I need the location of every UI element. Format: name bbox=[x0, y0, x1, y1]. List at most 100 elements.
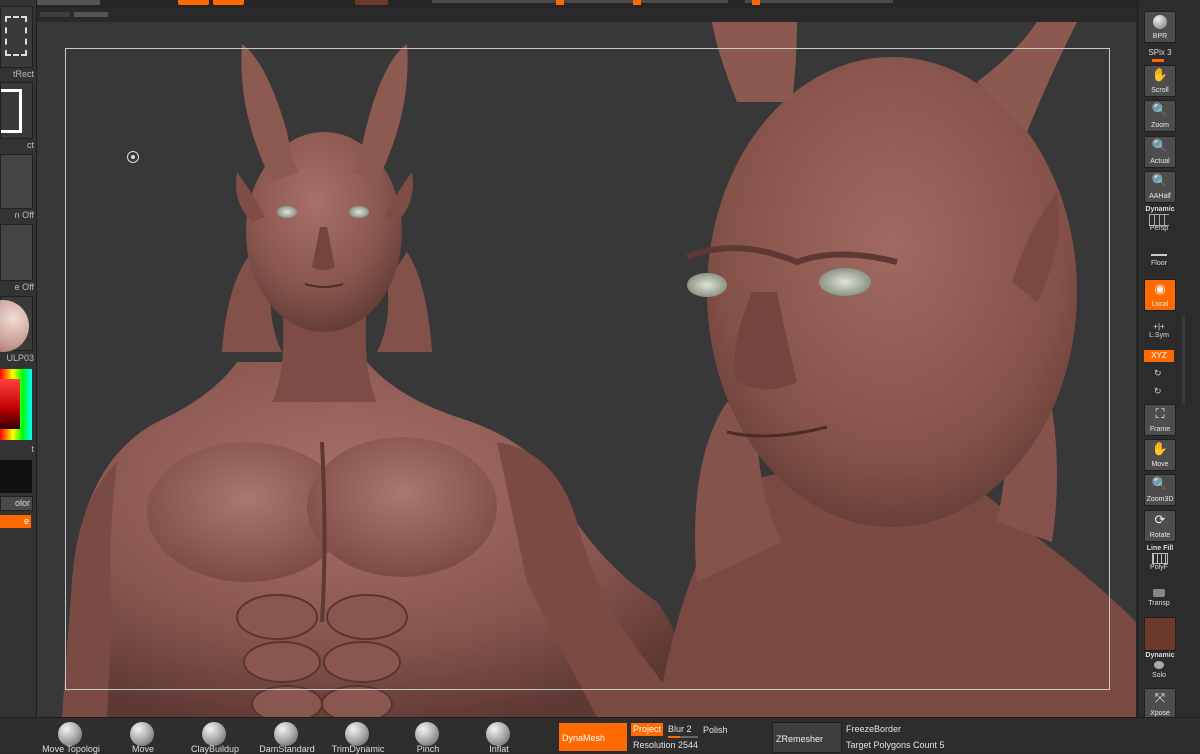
rotate-label: Rotate bbox=[1149, 532, 1171, 539]
local-icon: ◉ bbox=[1154, 281, 1166, 296]
symmetry-icon: +|+ bbox=[1153, 322, 1165, 331]
brush-label: Inflat bbox=[489, 744, 509, 754]
rotate-button[interactable]: ⟳ Rotate bbox=[1144, 510, 1176, 542]
line-fill-label: Line Fill bbox=[1146, 545, 1174, 552]
spix-slider-knob[interactable] bbox=[1152, 59, 1164, 62]
project-label: Project bbox=[633, 724, 662, 734]
bpr-button[interactable]: BPR bbox=[1144, 11, 1176, 43]
left-tool-panel: tRect ct n Off e Off ULP03 t olor e bbox=[0, 0, 37, 750]
top-slider-3-knob[interactable] bbox=[752, 0, 760, 5]
target-polygons-slider[interactable]: Target Polygons Count 5 bbox=[846, 740, 945, 750]
tool-tile-toggle-1[interactable] bbox=[0, 154, 33, 209]
document-frame-border bbox=[65, 48, 1110, 690]
lsym-button[interactable]: +|+ L.Sym bbox=[1144, 322, 1174, 342]
top-tab-orange-2[interactable] bbox=[213, 0, 244, 5]
brush-move-topological[interactable]: Move Topologi bbox=[36, 718, 106, 754]
zremesher-button[interactable]: ZRemesher bbox=[772, 722, 842, 753]
xpose-icon: ⤧ bbox=[1154, 690, 1166, 705]
floor-label: Floor bbox=[1151, 260, 1167, 267]
brush-inflat[interactable]: Inflat bbox=[464, 718, 534, 754]
zremesher-label: ZRemesher bbox=[776, 734, 824, 744]
frame-button[interactable]: ⛶ Frame bbox=[1144, 404, 1176, 436]
frame-label: Frame bbox=[1149, 426, 1171, 433]
rotate-axis-icon[interactable]: ↻ bbox=[1154, 368, 1162, 379]
scroll-button[interactable]: ✋ Scroll bbox=[1144, 65, 1176, 97]
actual-button[interactable]: 🔍 Actual bbox=[1144, 136, 1176, 168]
brush-damstandard[interactable]: DamStandard bbox=[252, 718, 322, 754]
brush-pinch[interactable]: Pinch bbox=[393, 718, 463, 754]
material-tile[interactable] bbox=[0, 296, 33, 352]
xyz-button[interactable]: XYZ bbox=[1144, 350, 1174, 362]
aahalf-button[interactable]: 🔍 AAHalf bbox=[1144, 171, 1176, 203]
top-slider-2-knob[interactable] bbox=[633, 0, 641, 5]
xpose-label: Xpose bbox=[1150, 710, 1170, 717]
brush-label: Pinch bbox=[416, 744, 440, 754]
top-color-swatch[interactable] bbox=[355, 0, 388, 5]
solo-icon bbox=[1154, 661, 1164, 669]
canvas-viewport[interactable] bbox=[37, 22, 1136, 717]
polish-toggle[interactable]: Polish bbox=[703, 725, 728, 735]
secondary-color-swatch[interactable] bbox=[0, 460, 32, 493]
transp-button[interactable]: Transp bbox=[1144, 587, 1174, 609]
brush-label: DamStandard bbox=[259, 744, 315, 754]
persp-button[interactable]: Persp bbox=[1144, 214, 1174, 236]
hand-icon: ✋ bbox=[1151, 441, 1169, 456]
zoom-button[interactable]: 🔍 Zoom bbox=[1144, 100, 1176, 132]
aahalf-label: AAHalf bbox=[1149, 193, 1171, 200]
zoom3d-button[interactable]: 🔍 Zoom3D bbox=[1144, 474, 1176, 506]
blur-slider-knob[interactable] bbox=[668, 736, 698, 738]
move-button[interactable]: ✋ Move bbox=[1144, 439, 1176, 471]
resolution-slider[interactable]: Resolution 2544 bbox=[633, 740, 698, 750]
right-shelf-scrollbar[interactable] bbox=[1182, 315, 1185, 405]
local-label: Local bbox=[1151, 301, 1169, 308]
project-button[interactable]: Project bbox=[631, 723, 663, 736]
blur-slider[interactable]: Blur 2 bbox=[668, 724, 692, 734]
color-picker[interactable] bbox=[0, 369, 32, 440]
floor-icon bbox=[1151, 254, 1167, 256]
brush-sphere-icon bbox=[58, 722, 82, 746]
dynamesh-button[interactable]: DynaMesh bbox=[559, 723, 627, 751]
ghost-button[interactable] bbox=[1144, 617, 1176, 651]
spix-label[interactable]: SPix 3 bbox=[1138, 48, 1182, 57]
brush-cursor-icon bbox=[127, 151, 139, 163]
tool-tile-label: tRect bbox=[12, 69, 34, 79]
solo-button[interactable]: Solo bbox=[1144, 660, 1174, 682]
grid-icon bbox=[1152, 553, 1168, 564]
floor-button[interactable]: Floor bbox=[1144, 247, 1174, 269]
document-bar-segment[interactable] bbox=[40, 12, 70, 17]
brush-sphere-icon bbox=[274, 722, 298, 746]
color-label: t bbox=[31, 444, 34, 454]
fill-object-button[interactable]: e bbox=[0, 515, 31, 528]
brush-sphere-icon bbox=[202, 722, 226, 746]
local-button[interactable]: ◉ Local bbox=[1144, 279, 1176, 311]
magnifier-icon: 🔍 bbox=[1151, 476, 1169, 491]
tool-tile-selectrect[interactable] bbox=[0, 6, 33, 68]
bpr-label: BPR bbox=[1152, 33, 1168, 40]
switch-color-button[interactable]: olor bbox=[0, 496, 33, 511]
brush-sphere-icon bbox=[486, 722, 510, 746]
selectrect-icon bbox=[5, 16, 27, 56]
tool-tile-toggle-2[interactable] bbox=[0, 224, 33, 281]
brush-claybuildup[interactable]: ClayBuildup bbox=[180, 718, 250, 754]
actual-label: Actual bbox=[1150, 158, 1170, 165]
top-tab-orange-1[interactable] bbox=[178, 0, 209, 5]
scroll-label: Scroll bbox=[1151, 87, 1169, 94]
rotate-axis-icon[interactable]: ↻ bbox=[1154, 386, 1162, 397]
brush-label: Move bbox=[131, 744, 154, 754]
xpose-button[interactable]: ⤧ Xpose bbox=[1144, 688, 1176, 720]
freezeborder-toggle[interactable]: FreezeBorder bbox=[846, 724, 901, 734]
dynamic-solo-label: Dynamic bbox=[1145, 652, 1175, 659]
dynamesh-label: DynaMesh bbox=[562, 733, 606, 743]
brush-move[interactable]: Move bbox=[108, 718, 178, 754]
blur-slider-fill bbox=[668, 736, 680, 738]
top-slider-3[interactable] bbox=[745, 0, 893, 3]
polyf-button[interactable]: PolyF bbox=[1144, 553, 1174, 573]
transp-icon bbox=[1153, 589, 1165, 597]
top-slider-1-knob[interactable] bbox=[556, 0, 564, 5]
color-picker-square[interactable] bbox=[0, 379, 20, 429]
tool-tile-rect[interactable] bbox=[0, 82, 33, 139]
top-tab-2[interactable] bbox=[36, 0, 100, 5]
document-bar-segment[interactable] bbox=[74, 12, 108, 17]
top-slider-2[interactable] bbox=[580, 0, 728, 3]
brush-trimdynamic[interactable]: TrimDynamic bbox=[323, 718, 393, 754]
